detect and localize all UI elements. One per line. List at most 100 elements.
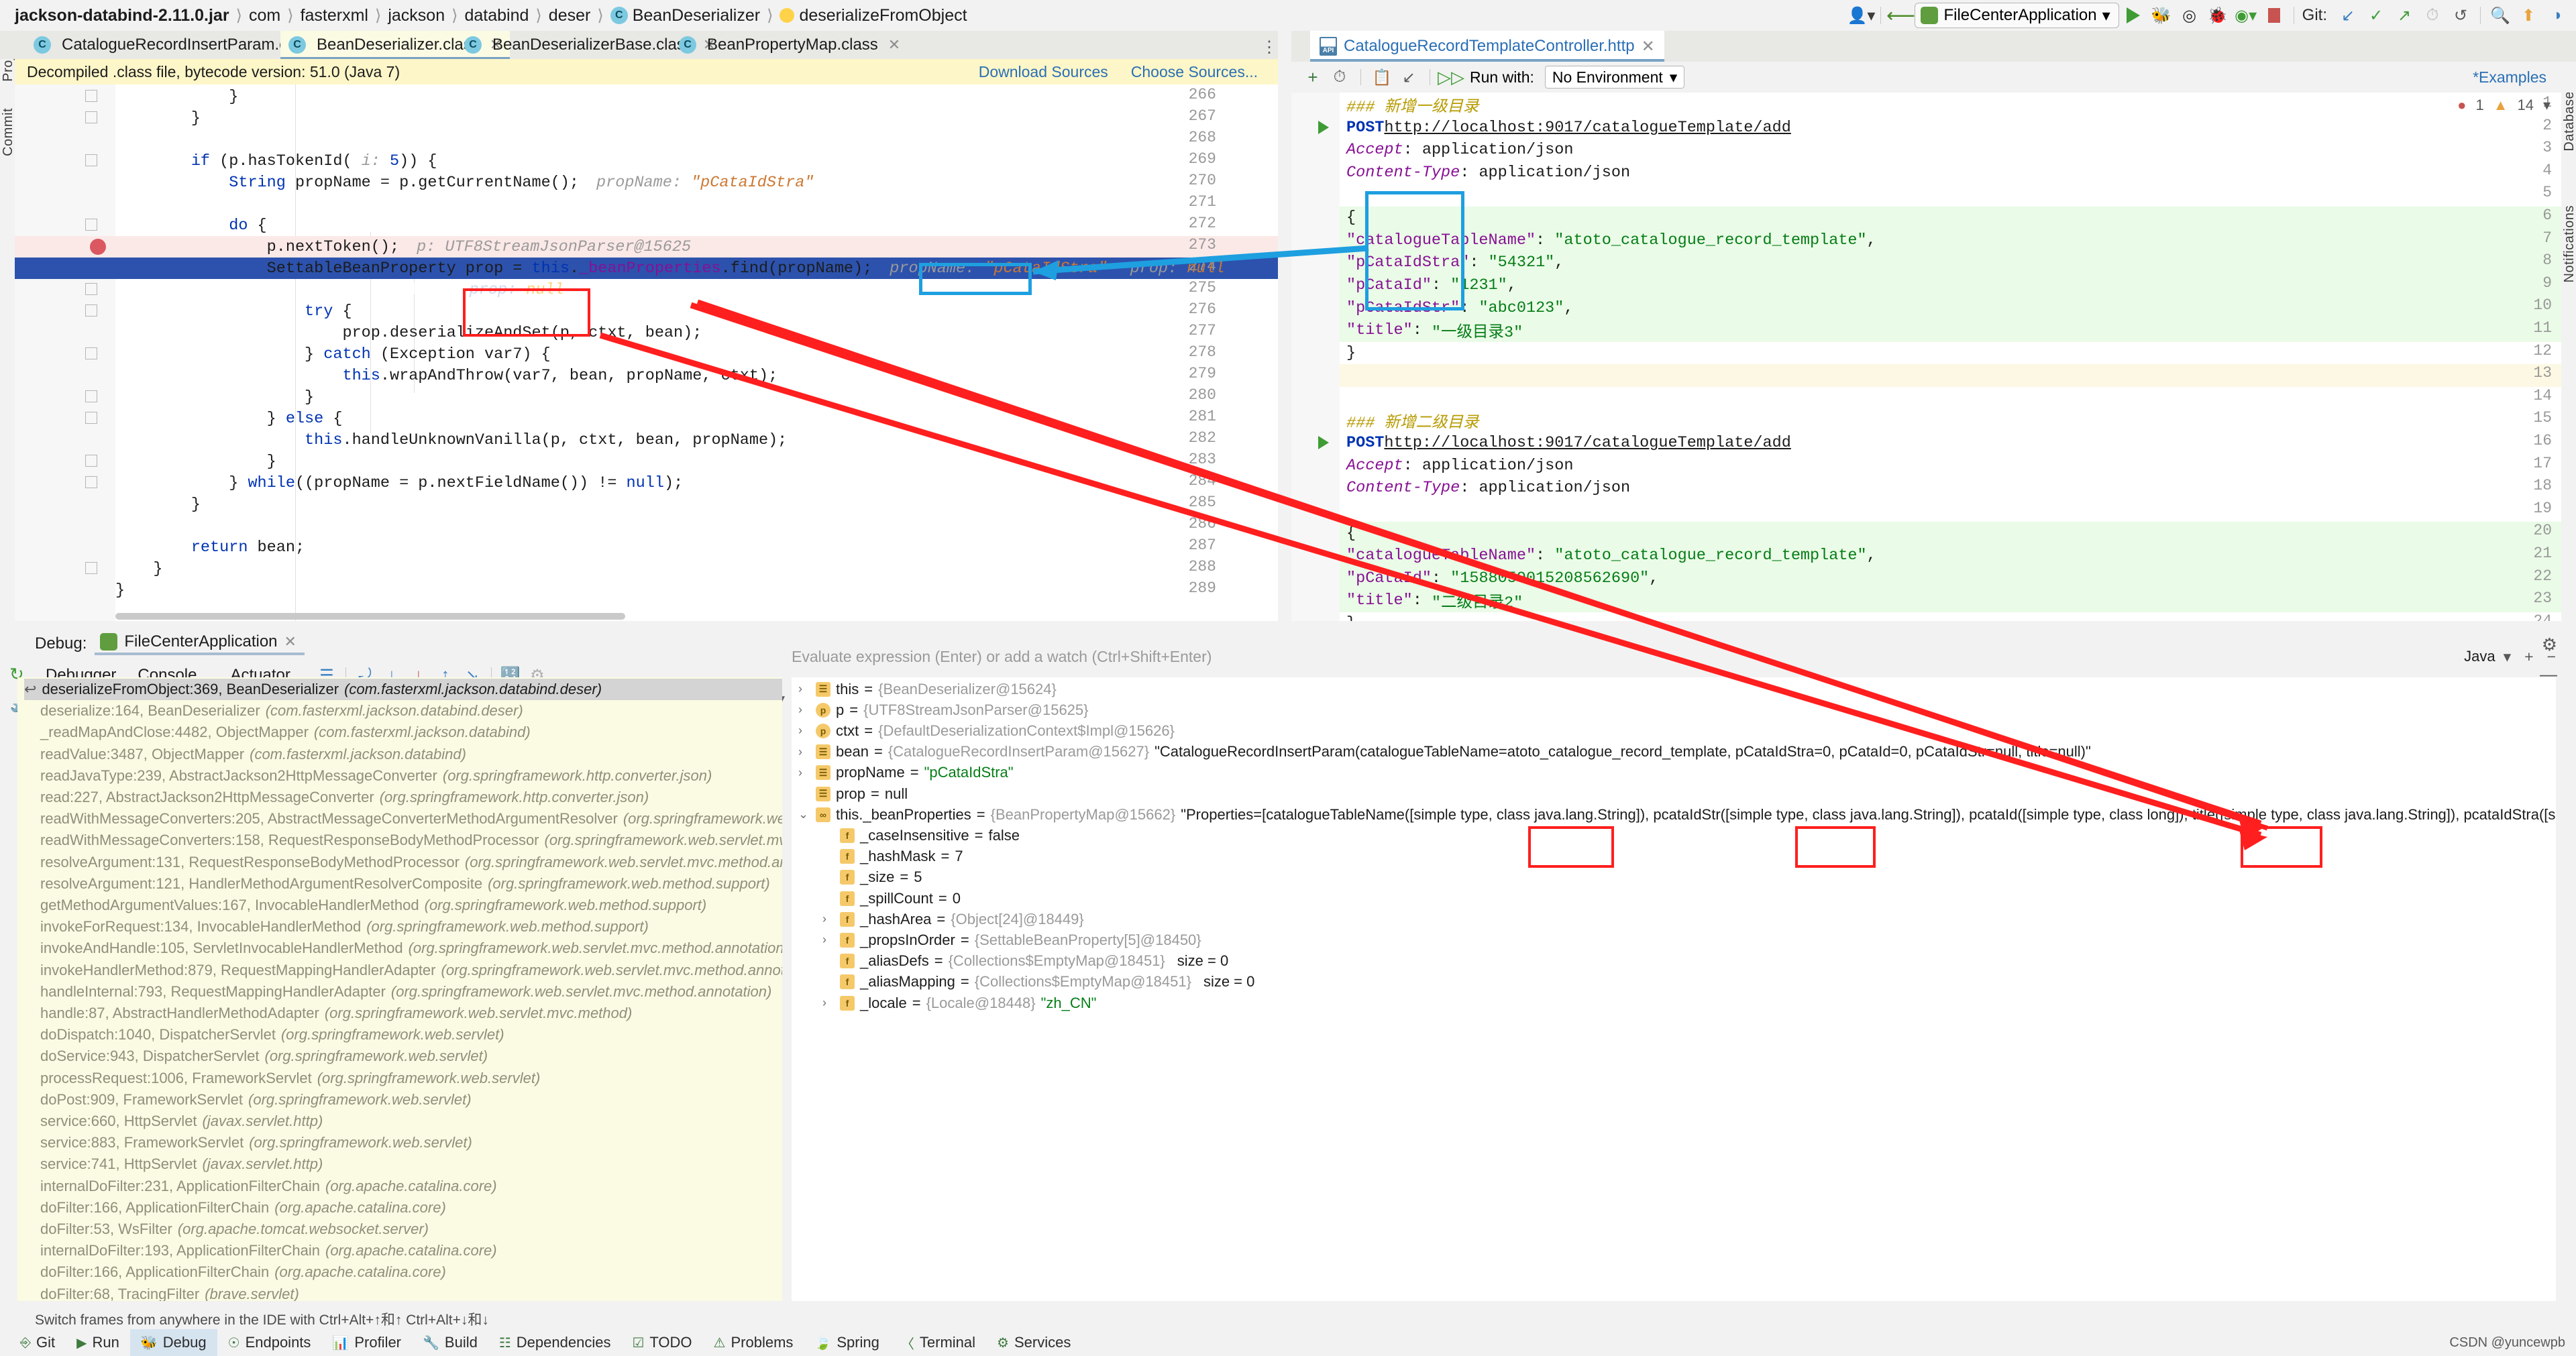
variable-row[interactable]: f _spillCount = 0 bbox=[792, 888, 961, 909]
status-bar-item-problems[interactable]: ⚠ Problems bbox=[703, 1329, 804, 1356]
http-line[interactable]: "pCataId": "1588059015208562690", bbox=[1346, 567, 2561, 590]
expand-arrow-icon[interactable]: ⌄ bbox=[798, 807, 810, 822]
code-line[interactable]: String propName = p.getCurrentName(); pro… bbox=[115, 172, 1278, 193]
update-project-icon[interactable]: ↙ bbox=[2334, 1, 2362, 30]
stack-frame-item[interactable]: _readMapAndClose:4482, ObjectMapper (com.… bbox=[40, 722, 782, 743]
http-line[interactable]: Accept: application/json bbox=[1346, 139, 2561, 162]
code-line[interactable]: return bean; bbox=[115, 536, 1278, 558]
sidebar-item-database[interactable]: Database bbox=[2562, 91, 2576, 152]
stack-frame-item[interactable]: readWithMessageConverters:158, RequestRe… bbox=[40, 830, 782, 851]
code-fold-icon[interactable] bbox=[85, 283, 97, 295]
http-line[interactable]: Accept: application/json bbox=[1346, 455, 2561, 477]
code-fold-icon[interactable] bbox=[85, 154, 97, 166]
add-request-icon[interactable]: + bbox=[1301, 65, 1325, 89]
variable-row[interactable]: f _hashMask = 7 bbox=[792, 846, 963, 867]
code-fold-icon[interactable] bbox=[85, 304, 97, 317]
code-line[interactable]: } bbox=[115, 107, 1278, 129]
http-line[interactable]: POST http://localhost:9017/catalogueTemp… bbox=[1346, 117, 2561, 139]
stack-frame-item[interactable]: internalDoFilter:231, ApplicationFilterC… bbox=[40, 1176, 782, 1197]
http-line[interactable]: POST http://localhost:9017/catalogueTemp… bbox=[1346, 432, 2561, 455]
status-bar-item-git[interactable]: ⎆ Git bbox=[9, 1329, 66, 1356]
http-line[interactable]: "title": "一级目录3" bbox=[1346, 319, 2561, 342]
code-line[interactable] bbox=[115, 129, 1278, 150]
tab-beanpropertymap[interactable]: C BeanPropertyMap.class ✕ bbox=[671, 31, 908, 59]
breadcrumb-item-deser[interactable]: deser bbox=[542, 6, 598, 25]
expand-arrow-icon[interactable]: › bbox=[798, 745, 810, 759]
code-line[interactable]: if (prop != null) {prop: null bbox=[115, 279, 1278, 300]
stack-frame-item[interactable]: doFilter:68, TracingFilter (brave.servlet… bbox=[40, 1284, 782, 1301]
stack-frame-item[interactable]: doDispatch:1040, DispatcherServlet (org.s… bbox=[40, 1024, 782, 1046]
code-line[interactable]: } bbox=[115, 494, 1278, 515]
http-line[interactable]: } bbox=[1346, 342, 2561, 365]
http-line[interactable]: ### 新增二级目录 bbox=[1346, 409, 2561, 433]
http-line[interactable]: { bbox=[1346, 522, 2561, 545]
http-line[interactable]: "pCataId": "1231", bbox=[1346, 274, 2561, 297]
breadcrumb-item-databind[interactable]: databind bbox=[458, 6, 535, 25]
editor-gutter[interactable] bbox=[15, 84, 115, 621]
http-line[interactable] bbox=[1346, 184, 2561, 207]
stack-frame-item[interactable]: resolveArgument:121, HandlerMethodArgume… bbox=[40, 873, 782, 895]
code-line[interactable]: try { bbox=[115, 300, 1278, 322]
breakpoint-icon[interactable] bbox=[90, 239, 106, 255]
add-watch-icon[interactable]: + bbox=[2524, 648, 2533, 666]
variable-row[interactable]: › f _locale = {Locale@18448} "zh_CN" bbox=[792, 993, 1097, 1013]
code-line[interactable]: } catch (Exception var7) { bbox=[115, 343, 1278, 365]
stack-frame-item[interactable]: processRequest:1006, FrameworkServlet (or… bbox=[40, 1068, 782, 1089]
variable-row[interactable]: f _aliasDefs = {Collections$EmptyMap@18451}… bbox=[792, 951, 1228, 972]
breadcrumb[interactable]: jackson-databind-2.11.0.jar ⟩ com ⟩ fast… bbox=[15, 6, 974, 25]
expand-arrow-icon[interactable]: › bbox=[822, 912, 835, 926]
code-line[interactable]: } bbox=[115, 386, 1278, 408]
code-line[interactable] bbox=[115, 515, 1278, 536]
variable-row[interactable]: › p ctxt = {DefaultDeserializationContext$Im… bbox=[792, 720, 1175, 741]
stack-frame-item[interactable]: doService:943, DispatcherServlet (org.spr… bbox=[40, 1046, 782, 1067]
http-line[interactable] bbox=[1346, 387, 2561, 410]
status-bar-item-run[interactable]: ▶ Run bbox=[66, 1329, 130, 1356]
close-icon[interactable]: ✕ bbox=[284, 633, 297, 651]
stack-frame-item[interactable]: invokeHandlerMethod:879, RequestMappingH… bbox=[40, 960, 782, 981]
variable-row[interactable]: f _size = 5 bbox=[792, 867, 922, 888]
history-icon[interactable]: ⏱ bbox=[1328, 65, 1352, 89]
stack-frame-item[interactable]: read:227, AbstractJackson2HttpMessageCon… bbox=[40, 787, 782, 808]
code-fold-icon[interactable] bbox=[85, 219, 97, 231]
stop-icon[interactable] bbox=[2260, 1, 2288, 30]
code-line[interactable]: this.handleUnknownVanilla(p, ctxt, bean,… bbox=[115, 429, 1278, 451]
variable-row[interactable]: f _aliasMapping = {Collections$EmptyMap@184… bbox=[792, 972, 1254, 993]
inspection-widget[interactable]: ● 1 ▲ 14 ▾ bbox=[2457, 97, 2551, 114]
rollback-icon[interactable]: ↺ bbox=[2447, 1, 2475, 30]
status-bar-item-endpoints[interactable]: ☉ Endpoints bbox=[217, 1329, 322, 1356]
stack-frame-item[interactable]: service:883, FrameworkServlet (org.spring… bbox=[40, 1132, 782, 1153]
profiler-icon[interactable]: 🐞 bbox=[2204, 1, 2232, 30]
chevron-down-icon[interactable]: ▾ bbox=[2504, 648, 2512, 666]
stack-frame-item[interactable]: invokeAndHandle:105, ServletInvocableHan… bbox=[40, 938, 782, 959]
status-bar-item-todo[interactable]: ☑ TODO bbox=[621, 1329, 702, 1356]
variable-row[interactable]: › ☰ bean = {CatalogueRecordInsertParam@15627… bbox=[792, 742, 2091, 762]
notifications-icon[interactable]: ⬆ bbox=[2514, 1, 2542, 30]
choose-sources-link[interactable]: Choose Sources... bbox=[1131, 63, 1258, 81]
stack-frame-item[interactable]: getMethodArgumentValues:167, InvocableHa… bbox=[40, 895, 782, 916]
code-line[interactable]: SettableBeanProperty prop = this._beanPr… bbox=[115, 258, 1278, 279]
code-line[interactable]: } bbox=[115, 86, 1278, 107]
variable-row[interactable]: › f _hashArea = {Object[24]@18449} bbox=[792, 909, 1084, 929]
expand-arrow-icon[interactable]: › bbox=[822, 933, 835, 947]
stack-frame-item[interactable]: service:741, HttpServlet (javax.servlet.h… bbox=[40, 1153, 782, 1175]
http-line[interactable]: { bbox=[1346, 207, 2561, 229]
expand-arrow-icon[interactable]: › bbox=[798, 682, 810, 696]
push-icon[interactable]: ↗ bbox=[2390, 1, 2418, 30]
status-bar-item-debug[interactable]: 🐝 Debug bbox=[129, 1329, 217, 1356]
stack-frame-item[interactable]: internalDoFilter:193, ApplicationFilterC… bbox=[40, 1240, 782, 1261]
expand-arrow-icon[interactable]: › bbox=[822, 996, 835, 1010]
examples-link[interactable]: *Examples bbox=[2473, 68, 2546, 87]
expand-arrow-icon[interactable]: › bbox=[798, 724, 810, 738]
variable-row[interactable]: f _caseInsensitive = false bbox=[792, 825, 1020, 846]
stack-frame-item[interactable]: readValue:3487, ObjectMapper (com.fasterx… bbox=[40, 744, 782, 765]
run-all-icon[interactable]: ▷▷ bbox=[1438, 65, 1464, 89]
call-stack-frames-list[interactable]: ↩ deserializeFromObject:369, BeanDeserial… bbox=[17, 677, 782, 1301]
http-line[interactable]: "pCataIdStr": "abc0123", bbox=[1346, 296, 2561, 319]
stack-frame-item[interactable]: readJavaType:239, AbstractJackson2HttpMe… bbox=[40, 765, 782, 787]
chevron-down-icon[interactable]: ▾ bbox=[2543, 97, 2551, 114]
breadcrumb-item-com[interactable]: com bbox=[242, 6, 287, 25]
breadcrumb-item-jar[interactable]: jackson-databind-2.11.0.jar bbox=[15, 6, 236, 25]
run-request-icon[interactable] bbox=[1318, 120, 1329, 134]
code-fold-icon[interactable] bbox=[85, 562, 97, 574]
tab-cataloguerecordtemplatecontroller-http[interactable]: API CatalogueRecordTemplateController.ht… bbox=[1310, 31, 1664, 62]
